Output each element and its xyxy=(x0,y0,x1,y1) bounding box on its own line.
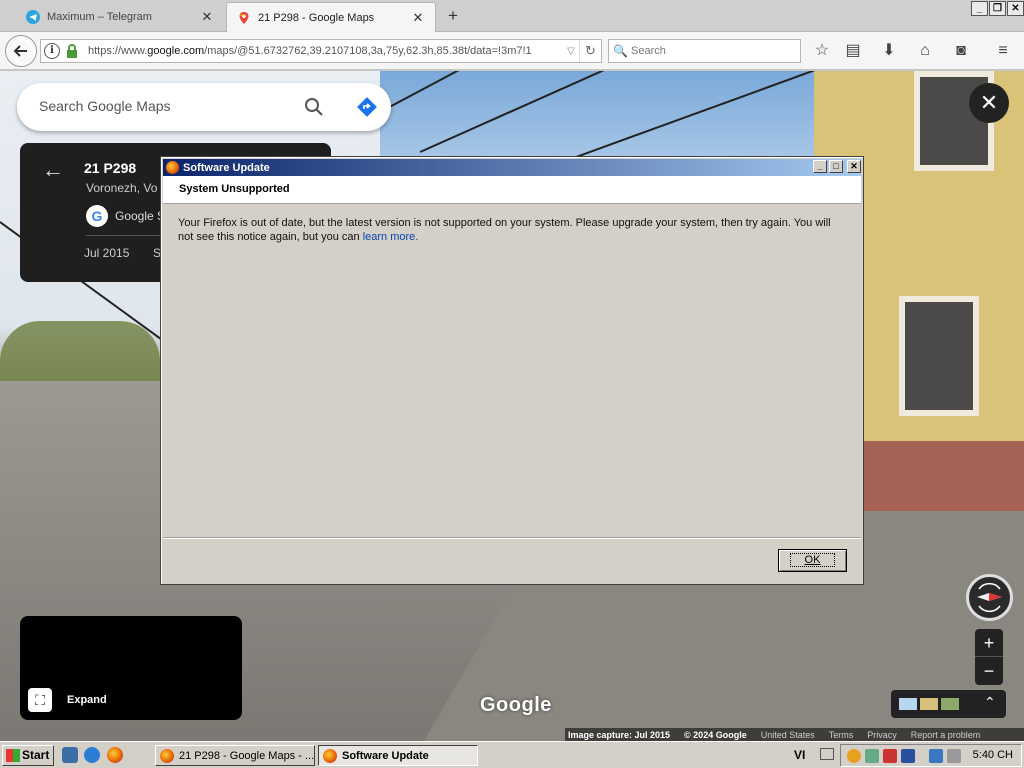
url-dropdown-icon[interactable]: ▽ xyxy=(563,46,579,57)
ie-icon[interactable] xyxy=(84,747,100,763)
google-logo-icon: G xyxy=(86,205,108,227)
search-placeholder: Search xyxy=(631,45,666,57)
minimap[interactable]: ⛶ Expand xyxy=(20,616,242,720)
language-indicator[interactable]: VI xyxy=(794,748,805,762)
firefox-icon xyxy=(160,748,174,763)
capture-date[interactable]: Jul 2015 xyxy=(84,246,129,260)
restore-button[interactable]: ❐ xyxy=(989,1,1006,16)
search-engine-icon[interactable]: 🔍 xyxy=(613,44,631,58)
firefox-icon xyxy=(166,161,179,174)
task-software-update[interactable]: Software Update xyxy=(318,745,478,766)
report-problem-link[interactable]: Report a problem xyxy=(911,730,981,740)
security-icon[interactable] xyxy=(865,749,879,763)
task-google-maps[interactable]: 21 P298 - Google Maps - ... xyxy=(155,745,315,766)
back-arrow-icon xyxy=(13,45,27,57)
tab-google-maps[interactable]: 21 P298 - Google Maps ✕ xyxy=(226,2,436,32)
url-bar[interactable]: i https://www.google.com/maps/@51.673276… xyxy=(40,39,602,63)
place-subtitle: Voronezh, Vo xyxy=(86,181,158,195)
window-controls: _ ❐ ✕ xyxy=(970,1,1024,16)
system-tray: 5:40 CH xyxy=(840,744,1022,767)
image-capture-text: Image capture: Jul 2015 xyxy=(568,729,671,740)
home-icon[interactable]: ⌂ xyxy=(915,41,935,61)
tab-title: Maximum – Telegram xyxy=(47,11,152,23)
dialog-message: Your Firefox is out of date, but the lat… xyxy=(178,216,848,244)
software-update-dialog: Software Update _ □ ✕ System Unsupported… xyxy=(160,156,864,585)
chevron-up-icon[interactable]: ⌃ xyxy=(984,694,1002,710)
new-tab-button[interactable]: + xyxy=(442,6,464,26)
dialog-header: System Unsupported xyxy=(163,176,861,204)
dialog-close-button[interactable]: ✕ xyxy=(847,160,861,173)
downloads-icon[interactable]: ⬇ xyxy=(879,41,899,61)
keyboard-icon[interactable] xyxy=(820,748,834,760)
close-tab-icon[interactable]: ✕ xyxy=(200,9,214,25)
menu-icon[interactable]: ≡ xyxy=(993,41,1013,61)
bookmark-star-icon[interactable]: ☆ xyxy=(812,41,832,61)
country-link[interactable]: United States xyxy=(761,730,815,740)
layer-thumb[interactable] xyxy=(899,698,917,710)
terms-link[interactable]: Terms xyxy=(829,730,854,740)
dialog-minimize-button[interactable]: _ xyxy=(813,160,827,173)
expand-label[interactable]: Expand xyxy=(67,694,107,706)
alert-icon[interactable] xyxy=(883,749,897,763)
minimize-button[interactable]: _ xyxy=(971,1,988,16)
show-desktop-icon[interactable] xyxy=(62,747,78,763)
dialog-separator xyxy=(163,537,861,539)
dialog-maximize-button[interactable]: □ xyxy=(829,160,843,173)
attribution-bar: Image capture: Jul 2015 © 2024 Google Un… xyxy=(565,728,1024,741)
layers-strip[interactable]: ⌃ xyxy=(891,690,1006,718)
windows-flag-icon xyxy=(6,749,20,762)
trees xyxy=(0,321,160,381)
reading-list-icon[interactable]: ▤ xyxy=(843,41,863,61)
layer-thumb[interactable] xyxy=(941,698,959,710)
telegram-icon xyxy=(26,10,40,24)
pocket-icon[interactable]: ◙ xyxy=(951,41,971,61)
url-text[interactable]: https://www.google.com/maps/@51.6732762,… xyxy=(88,45,563,57)
close-street-view-button[interactable]: ✕ xyxy=(969,83,1009,123)
search-icon[interactable] xyxy=(303,96,325,118)
tab-bar: Maximum – Telegram ✕ 21 P298 - Google Ma… xyxy=(0,0,1024,32)
shield-icon[interactable] xyxy=(847,749,861,763)
reload-icon[interactable]: ↻ xyxy=(579,40,601,62)
firefox-icon xyxy=(323,748,337,763)
close-tab-icon[interactable]: ✕ xyxy=(411,10,425,26)
zoom-controls: + − xyxy=(975,629,1003,685)
maps-search-placeholder: Search Google Maps xyxy=(39,98,171,114)
zoom-out-button[interactable]: − xyxy=(975,657,1003,685)
zoom-in-button[interactable]: + xyxy=(975,629,1003,657)
layer-thumb[interactable] xyxy=(920,698,938,710)
directions-icon[interactable] xyxy=(355,95,379,119)
taskbar: Start 21 P298 - Google Maps - ... Softwa… xyxy=(0,741,1024,768)
learn-more-link[interactable]: learn more. xyxy=(363,231,419,243)
maps-search-box[interactable]: Search Google Maps xyxy=(17,83,391,131)
volume-muted-icon[interactable] xyxy=(947,749,961,763)
expand-icon[interactable]: ⛶ xyxy=(28,688,52,712)
network-icon[interactable] xyxy=(901,749,915,763)
message-text: Your Firefox is out of date, but the lat… xyxy=(178,217,831,243)
tab-telegram[interactable]: Maximum – Telegram ✕ xyxy=(16,2,224,32)
firefox-quicklaunch-icon[interactable] xyxy=(107,747,123,763)
place-title: 21 P298 xyxy=(84,160,137,176)
google-watermark: Google xyxy=(480,694,552,716)
info-icon[interactable]: i xyxy=(44,43,60,59)
navigation-toolbar: i https://www.google.com/maps/@51.673276… xyxy=(0,32,1024,70)
copyright-text: © 2024 Google xyxy=(684,729,747,740)
ok-button[interactable]: OK xyxy=(778,549,847,572)
dialog-titlebar[interactable]: Software Update _ □ ✕ xyxy=(163,159,861,176)
dialog-heading: System Unsupported xyxy=(179,183,290,195)
google-maps-pin-icon xyxy=(239,11,249,24)
tab-title: 21 P298 - Google Maps xyxy=(258,11,375,24)
lock-icon[interactable] xyxy=(64,43,80,59)
dialog-title: Software Update xyxy=(183,161,270,174)
window-close-button[interactable]: ✕ xyxy=(1007,1,1024,16)
back-button[interactable] xyxy=(5,35,37,67)
provider-label: Google S xyxy=(115,209,166,223)
start-button[interactable]: Start xyxy=(2,745,54,766)
clock[interactable]: 5:40 CH xyxy=(973,749,1013,761)
back-arrow-icon[interactable]: ← xyxy=(42,157,64,183)
search-bar[interactable]: 🔍 Search xyxy=(608,39,801,63)
computer-icon[interactable] xyxy=(929,749,943,763)
privacy-link[interactable]: Privacy xyxy=(867,730,897,740)
compass-icon[interactable] xyxy=(966,574,1013,621)
